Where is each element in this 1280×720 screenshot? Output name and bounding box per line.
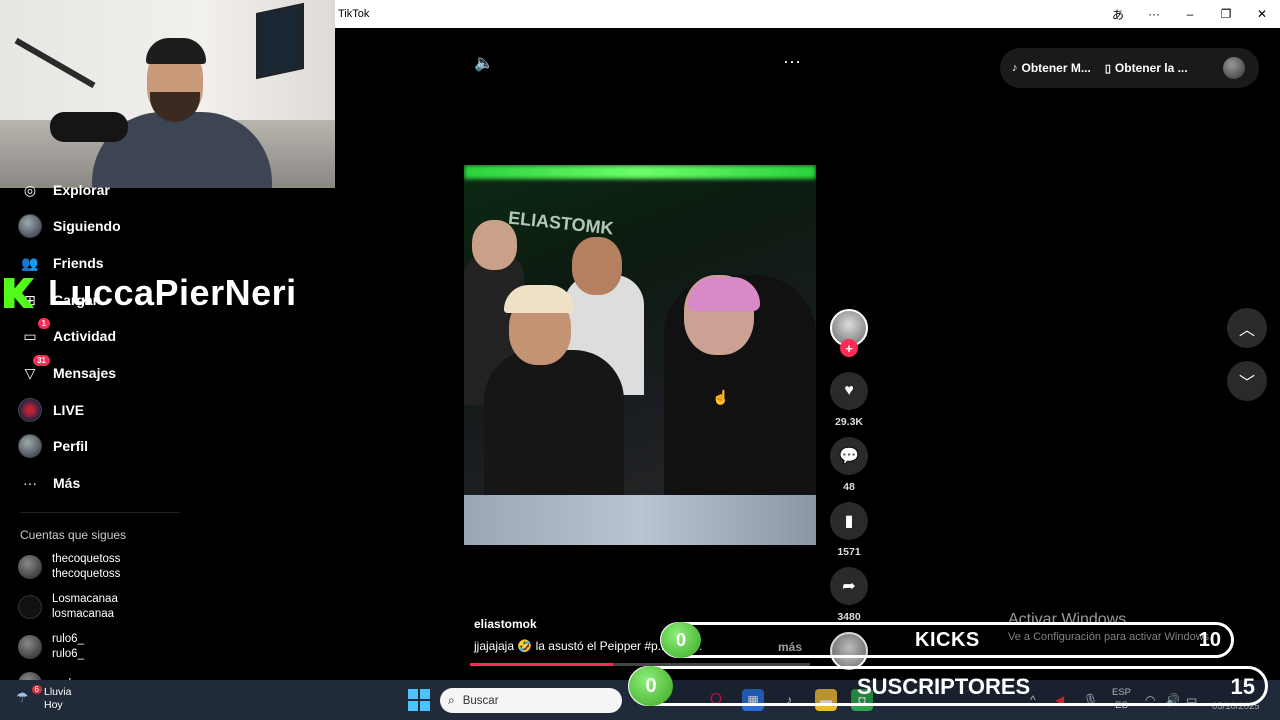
follow-plus-icon[interactable]: + xyxy=(840,339,858,357)
streamer-name: LuccaPierNeri xyxy=(48,272,297,313)
sidebar-item-label: Actividad xyxy=(53,328,117,344)
following-name: thecoquetoss xyxy=(52,553,121,565)
minimize-button[interactable]: – xyxy=(1172,0,1208,28)
avatar xyxy=(18,555,42,579)
volume-icon[interactable]: 🔈 xyxy=(474,53,494,73)
save-count: 1571 xyxy=(837,546,861,558)
sidebar-item-label: LIVE xyxy=(53,402,85,418)
rain-icon: ☂ 6 xyxy=(16,685,42,709)
following-name: rulo6_ xyxy=(52,633,84,645)
activity-badge: 1 xyxy=(37,318,50,329)
get-app-label: Obtener la ... xyxy=(1114,61,1188,75)
kicks-label: KICKS xyxy=(915,629,980,651)
following-handle: thecoquetoss xyxy=(52,568,121,580)
screen: TikTok あ ··· – ❐ ✕ ◎ Explorar Siguiendo … xyxy=(0,0,1280,720)
send-icon: ▽ 31 xyxy=(18,355,50,385)
like-button[interactable]: ♥ xyxy=(830,372,868,410)
comment-count: 48 xyxy=(843,481,855,493)
get-app-button[interactable]: ▯ Obtener la ... xyxy=(1105,61,1188,75)
language-icon[interactable]: あ xyxy=(1100,0,1136,28)
chevron-up-icon: ︿ xyxy=(1238,322,1255,339)
video-logo: ELIASTOMK xyxy=(507,207,615,239)
avatar xyxy=(18,214,42,238)
avatar xyxy=(18,434,42,458)
save-button[interactable]: ▮ xyxy=(830,502,868,540)
restore-button[interactable]: ❐ xyxy=(1208,0,1244,28)
sidebar-item-label: Mensajes xyxy=(53,365,117,381)
weather-label: Lluvia xyxy=(44,686,72,698)
app-title: TikTok xyxy=(338,8,370,20)
search-placeholder: Buscar xyxy=(462,694,499,707)
compass-icon: ◎ xyxy=(23,181,37,198)
weather-sub: Hoy xyxy=(44,699,63,711)
messages-badge: 31 xyxy=(33,355,50,366)
title-bar: TikTok あ ··· – ❐ ✕ xyxy=(335,0,1280,28)
bookmark-icon: ▮ xyxy=(844,513,854,530)
webcam-feed xyxy=(0,0,335,188)
more-icon: ··· xyxy=(23,475,37,491)
weather-badge: 6 xyxy=(31,685,42,694)
subs-right-value: 15 xyxy=(1230,674,1255,699)
sidebar-item-label: Explorar xyxy=(53,182,110,198)
subs-label: SUSCRIPTORES xyxy=(857,674,1031,699)
inbox-icon: ▭ 1 xyxy=(18,318,50,348)
heart-icon: ♥ xyxy=(844,382,854,399)
kicks-left-value: 0 xyxy=(661,622,701,658)
tiktok-icon: ♪ xyxy=(1012,62,1018,74)
sidebar-item-mas[interactable]: ··· Más xyxy=(18,469,80,497)
next-video-button[interactable]: ﹀ xyxy=(1227,361,1267,401)
previous-video-button[interactable]: ︿ xyxy=(1227,308,1267,348)
following-title: Cuentas que sigues xyxy=(20,528,127,542)
sidebar-item-label: Siguiendo xyxy=(53,218,121,234)
search-icon: ⌕ xyxy=(448,693,455,707)
subs-left-value: 0 xyxy=(629,666,673,706)
live-icon xyxy=(18,398,42,422)
sidebar-item-label: Friends xyxy=(53,255,104,271)
sidebar: ◎ Explorar Siguiendo 👥 Friends ⊞ Cargar … xyxy=(0,182,335,696)
avatar xyxy=(18,635,42,659)
get-coins-button[interactable]: ♪ Obtener M... xyxy=(1012,61,1091,75)
start-button[interactable] xyxy=(408,689,430,711)
phone-icon: ▯ xyxy=(1104,62,1111,75)
comment-button[interactable]: 💬 xyxy=(830,437,868,475)
following-item[interactable]: rulo6_ rulo6_ xyxy=(18,632,84,662)
following-handle: losmacanaa xyxy=(52,608,115,620)
kicks-right-value: 10 xyxy=(1198,629,1221,651)
following-item[interactable]: thecoquetoss thecoquetoss xyxy=(18,552,120,582)
avatar[interactable] xyxy=(1223,57,1245,79)
sidebar-item-explorar[interactable]: ◎ Explorar xyxy=(18,176,110,204)
hand-cursor-icon: ☝ xyxy=(712,389,730,405)
get-app-pill: ♪ Obtener M... ▯ Obtener la ... xyxy=(1000,48,1259,88)
get-coins-label: Obtener M... xyxy=(1021,61,1091,75)
weather-widget[interactable]: ☂ 6 Lluvia Hoy xyxy=(16,685,72,712)
share-icon: ➦ xyxy=(842,578,856,595)
sidebar-item-label: Perfil xyxy=(53,438,89,454)
sidebar-item-perfil[interactable]: Perfil xyxy=(18,432,88,460)
kicks-counter: 0 KICKS 10 xyxy=(660,622,1234,658)
sidebar-item-label: Más xyxy=(53,475,81,491)
sidebar-item-live[interactable]: LIVE xyxy=(18,396,84,424)
close-button[interactable]: ✕ xyxy=(1244,0,1280,28)
following-handle: rulo6_ xyxy=(52,648,84,660)
subscribers-counter: 0 SUSCRIPTORES 15 xyxy=(628,666,1268,706)
video-player[interactable]: ELIASTOMK ☝ xyxy=(464,165,816,545)
avatar xyxy=(18,595,42,619)
more-icon[interactable]: ··· xyxy=(1136,0,1172,28)
sidebar-item-actividad[interactable]: ▭ 1 Actividad xyxy=(18,318,117,350)
comment-icon: 💬 xyxy=(839,448,859,465)
following-item[interactable]: Losmacanaa losmacanaa xyxy=(18,592,118,622)
video-options-icon[interactable]: ··· xyxy=(783,51,801,72)
chevron-down-icon: ﹀ xyxy=(1238,375,1255,392)
sidebar-item-mensajes[interactable]: ▽ 31 Mensajes xyxy=(18,355,117,387)
video-progress-fill xyxy=(470,663,613,666)
sidebar-item-siguiendo[interactable]: Siguiendo xyxy=(18,212,121,240)
following-name: Losmacanaa xyxy=(52,593,118,605)
divider xyxy=(20,512,180,513)
share-button[interactable]: ➦ xyxy=(830,567,868,605)
kick-logo-icon xyxy=(4,278,34,308)
video-author[interactable]: eliastomok xyxy=(474,617,537,631)
kick-streamer-overlay: LuccaPierNeri xyxy=(4,272,297,314)
taskbar-search[interactable]: ⌕ Buscar xyxy=(440,688,622,713)
like-count: 29.3K xyxy=(834,416,864,428)
